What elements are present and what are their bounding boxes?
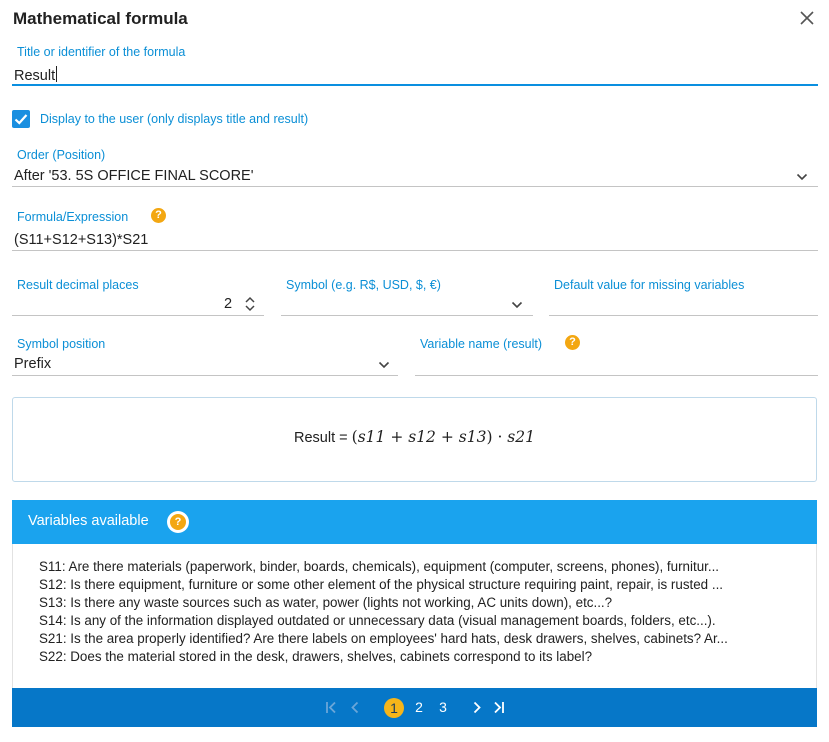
text-cursor <box>56 66 58 82</box>
order-select-underline <box>12 186 818 187</box>
display-to-user-checkbox[interactable] <box>12 110 30 128</box>
chevron-down-icon[interactable] <box>510 298 524 312</box>
pagination-bar: 1 2 3 <box>12 688 817 727</box>
formula-input[interactable]: (S11+S12+S13)*S21 <box>14 232 148 248</box>
page-button[interactable]: 3 <box>433 688 453 727</box>
chevron-down-icon[interactable] <box>377 358 391 372</box>
formula-input-underline <box>12 250 818 251</box>
page-button[interactable]: 2 <box>409 688 429 727</box>
order-select[interactable]: After '53. 5S OFFICE FINAL SCORE' <box>14 168 253 184</box>
math-term: s11 <box>357 428 386 446</box>
math-operator: · <box>492 428 508 446</box>
math-operator: + <box>435 428 459 446</box>
variable-item: S13: Is there any waste sources such as … <box>39 594 824 612</box>
decimal-places-label: Result decimal places <box>17 278 139 292</box>
variables-list-panel: S11: Are there materials (paperwork, bin… <box>12 544 817 688</box>
help-icon[interactable]: ? <box>565 335 580 350</box>
math-term: s21 <box>507 428 535 446</box>
variable-item: S11: Are there materials (paperwork, bin… <box>39 558 824 576</box>
symbol-position-underline <box>12 375 398 376</box>
variables-panel-header: Variables available ? <box>12 500 817 544</box>
first-page-icon[interactable] <box>320 688 342 727</box>
variables-list: S11: Are there materials (paperwork, bin… <box>27 558 824 666</box>
dialog-title: Mathematical formula <box>13 9 188 28</box>
formula-preview-text: Result = (s11 + s12 + s13) · s21 <box>13 428 816 446</box>
prev-page-icon[interactable] <box>346 688 364 727</box>
preview-prefix: Result = <box>294 430 352 446</box>
default-value-label: Default value for missing variables <box>554 278 745 292</box>
title-input-value: Result <box>14 68 56 84</box>
symbol-select-underline <box>281 315 533 316</box>
symbol-field-label: Symbol (e.g. R$, USD, $, €) <box>286 278 441 292</box>
decimal-places-underline <box>12 315 264 316</box>
formula-field-label: Formula/Expression <box>17 210 129 224</box>
last-page-icon[interactable] <box>490 688 508 727</box>
symbol-position-label: Symbol position <box>17 337 106 351</box>
help-icon[interactable]: ? <box>151 208 166 223</box>
stepper-icon[interactable] <box>243 295 257 313</box>
variables-panel-title: Variables available <box>28 513 149 529</box>
variable-item: S12: Is there equipment, furniture or so… <box>39 576 824 594</box>
math-term: s13 <box>458 428 487 446</box>
title-input-underline <box>12 84 818 86</box>
page-button-current[interactable]: 1 <box>384 698 404 718</box>
checkmark-icon <box>14 114 28 125</box>
preview-math: (s11 + s12 + s13) · s21 <box>352 428 535 446</box>
variable-item: S21: Is the area properly identified? Ar… <box>39 630 824 648</box>
math-operator: + <box>385 428 409 446</box>
next-page-icon[interactable] <box>469 688 485 727</box>
math-term: s12 <box>408 428 436 446</box>
display-to-user-label[interactable]: Display to the user (only displays title… <box>40 112 308 126</box>
help-icon[interactable]: ? <box>167 511 189 533</box>
order-field-label: Order (Position) <box>17 148 106 162</box>
formula-preview: Result = (s11 + s12 + s13) · s21 <box>12 397 817 482</box>
decimal-places-input[interactable]: 2 <box>224 296 232 312</box>
title-field-label: Title or identifier of the formula <box>17 45 186 59</box>
default-value-underline <box>549 315 818 316</box>
variable-item: S14: Is any of the information displayed… <box>39 612 824 630</box>
variable-item: S22: Does the material stored in the des… <box>39 648 824 666</box>
variable-name-underline <box>415 375 818 376</box>
variable-name-label: Variable name (result) <box>420 337 543 351</box>
symbol-position-select[interactable]: Prefix <box>14 356 51 372</box>
chevron-down-icon[interactable] <box>795 170 809 184</box>
close-icon[interactable] <box>796 7 818 29</box>
title-input[interactable]: Result <box>14 66 58 84</box>
